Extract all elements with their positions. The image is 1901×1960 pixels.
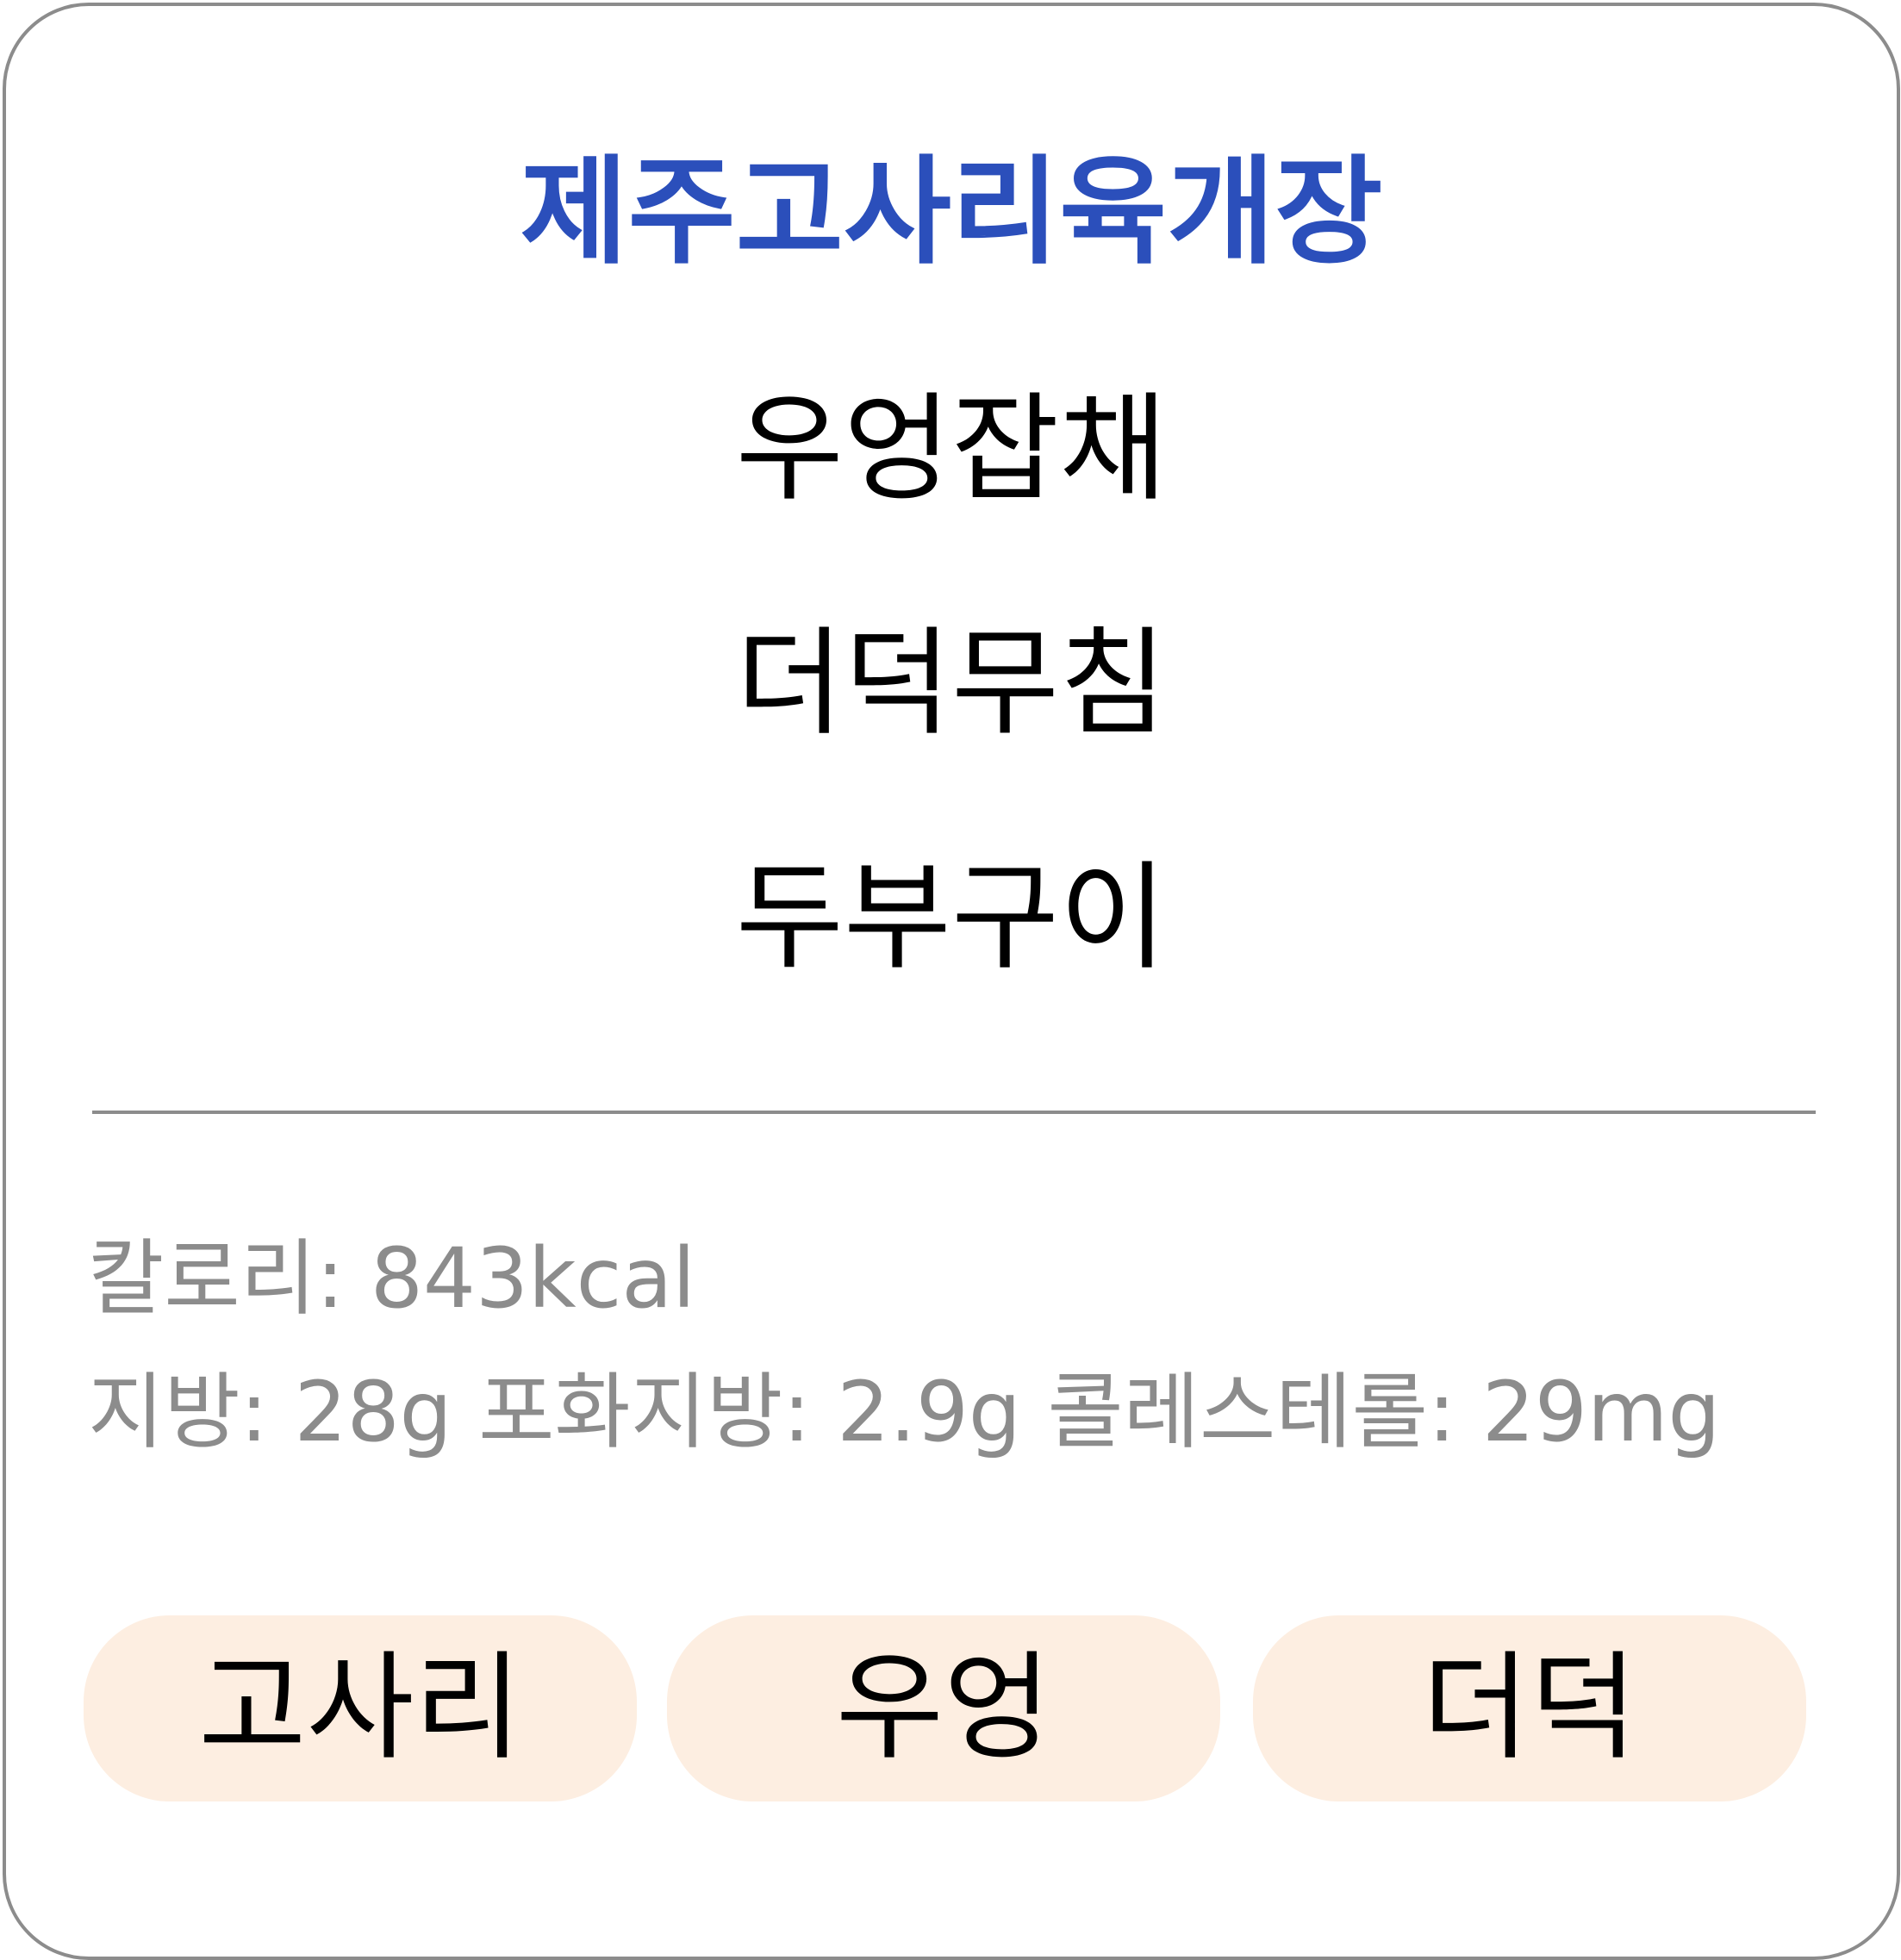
main-dish-title: 제주고사리육개장 bbox=[520, 145, 1383, 281]
tag-ueong[interactable]: 우엉 bbox=[667, 1615, 1220, 1801]
side-dish-item: 우엉잡채 bbox=[735, 382, 1168, 518]
menu-card: 제주고사리육개장 우엉잡채 더덕무침 두부구이 칼로리: 843kcal 지방:… bbox=[3, 3, 1900, 1960]
tag-gosari[interactable]: 고사리 bbox=[84, 1615, 637, 1801]
fat-cholesterol-text: 지방: 28g 포화지방: 2.9g 콜레스테롤: 29mg bbox=[88, 1364, 1721, 1460]
nutrition-info: 칼로리: 843kcal 지방: 28g 포화지방: 2.9g 콜레스테롤: 2… bbox=[88, 1212, 1863, 1479]
ingredient-tags: 고사리 우엉 더덕 bbox=[84, 1615, 1807, 1801]
calorie-text: 칼로리: 843kcal bbox=[88, 1230, 695, 1327]
side-dish-list: 우엉잡채 더덕무침 두부구이 bbox=[6, 372, 1897, 1075]
side-dish-item: 더덕무침 bbox=[735, 616, 1168, 752]
divider bbox=[92, 1111, 1816, 1114]
side-dish-item: 두부구이 bbox=[735, 850, 1168, 986]
tag-deodeok[interactable]: 더덕 bbox=[1253, 1615, 1806, 1801]
